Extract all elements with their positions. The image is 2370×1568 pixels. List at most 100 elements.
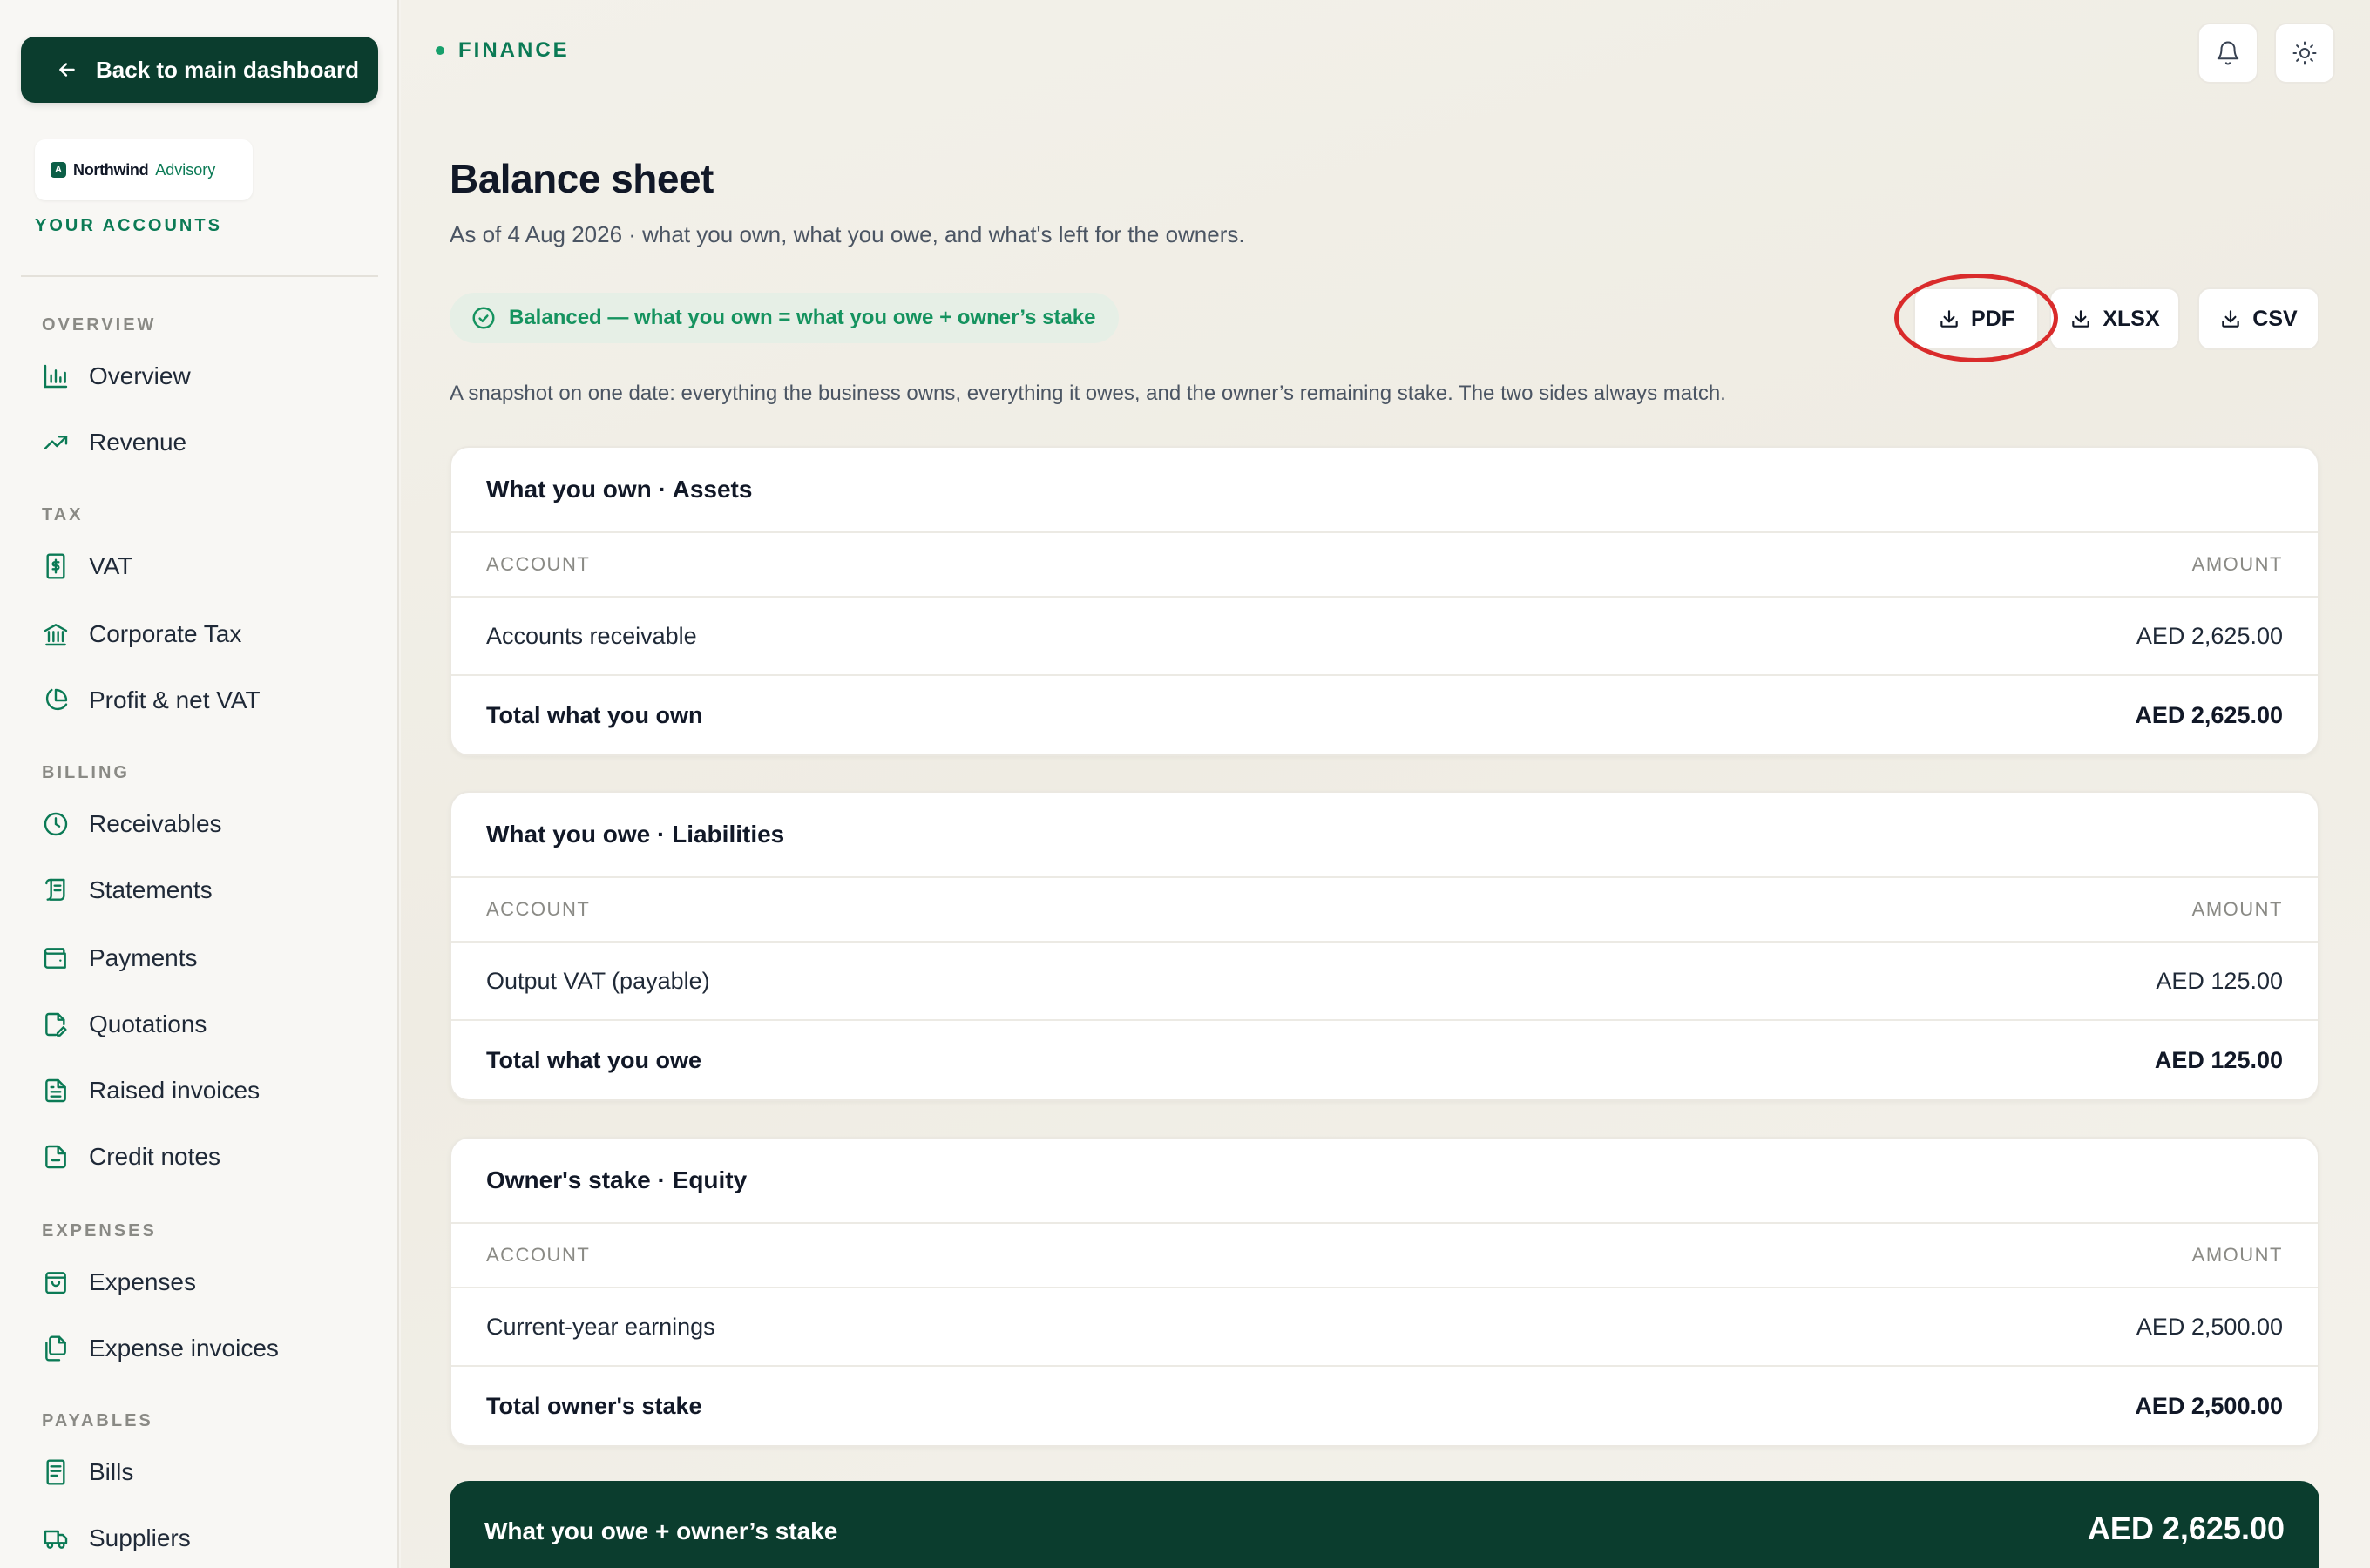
table-header: ACCOUNT AMOUNT <box>451 533 2318 598</box>
sidebar-item-label: Corporate Tax <box>89 620 242 647</box>
sidebar-item-quotations[interactable]: Quotations <box>42 1000 373 1049</box>
logo-sub: Advisory <box>155 160 216 179</box>
account-amount: AED 2,500.00 <box>2136 1313 2283 1340</box>
receipt-dollar-icon <box>42 552 70 580</box>
total-row: Total what you own AED 2,625.00 <box>451 676 2318 754</box>
total-label: Total owner's stake <box>486 1392 702 1419</box>
bell-icon <box>2215 40 2241 66</box>
column-account: ACCOUNT <box>486 898 591 920</box>
sidebar-item-expense-invoices[interactable]: Expense invoices <box>42 1324 373 1373</box>
card-title: Owner's stake · Equity <box>451 1139 2318 1224</box>
notifications-button[interactable] <box>2197 23 2258 84</box>
status-dot <box>436 46 444 55</box>
bank-icon <box>42 620 70 648</box>
sidebar-item-corporate-tax[interactable]: Corporate Tax <box>42 610 373 659</box>
sidebar-item-bills[interactable]: Bills <box>42 1448 373 1497</box>
back-to-dashboard-button[interactable]: Back to main dashboard <box>21 37 378 103</box>
section-overview: OVERVIEW <box>42 315 157 335</box>
column-amount: AMOUNT <box>2191 898 2283 920</box>
check-circle-icon <box>471 305 497 331</box>
shopping-bag-icon <box>42 1268 70 1296</box>
sidebar-item-credit-notes[interactable]: Credit notes <box>42 1132 373 1181</box>
account-amount: AED 125.00 <box>2156 967 2283 994</box>
sidebar-item-label: Payments <box>89 944 198 971</box>
sidebar-item-expenses[interactable]: Expenses <box>42 1258 373 1307</box>
sidebar-item-label: Revenue <box>89 429 187 456</box>
sidebar-item-vat[interactable]: VAT <box>42 542 373 591</box>
page-subtitle: As of 4 Aug 2026 · what you own, what yo… <box>450 221 1245 247</box>
total-amount: AED 2,500.00 <box>2135 1392 2283 1419</box>
intro-text: A snapshot on one date: everything the b… <box>450 382 1726 405</box>
export-xlsx-label: XLSX <box>2103 306 2160 331</box>
summary-value: AED 2,625.00 <box>2087 1511 2285 1546</box>
breadcrumb: FINANCE <box>436 38 570 63</box>
export-csv-label: CSV <box>2252 306 2298 331</box>
table-row[interactable]: Accounts receivable AED 2,625.00 <box>451 598 2318 676</box>
your-accounts-label: YOUR ACCOUNTS <box>35 216 222 235</box>
section-payables: PAYABLES <box>42 1411 153 1430</box>
pie-chart-icon <box>42 686 70 714</box>
sidebar-item-label: Profit & net VAT <box>89 686 261 713</box>
sidebar-item-label: Expenses <box>89 1268 196 1295</box>
file-text-icon <box>42 1077 70 1105</box>
column-account: ACCOUNT <box>486 1244 591 1266</box>
sidebar-item-overview[interactable]: Overview <box>42 352 373 401</box>
account-name: Accounts receivable <box>486 622 697 649</box>
download-icon <box>2219 308 2242 330</box>
total-amount: AED 2,625.00 <box>2135 701 2283 728</box>
file-pen-icon <box>42 1010 70 1038</box>
company-logo[interactable]: A Northwind Advisory <box>35 139 253 200</box>
sidebar-item-label: Overview <box>89 362 191 389</box>
theme-toggle-button[interactable] <box>2274 23 2335 84</box>
card-title: What you own · Assets <box>451 448 2318 533</box>
breadcrumb-label: FINANCE <box>458 38 570 62</box>
truck-icon <box>42 1524 70 1552</box>
sidebar-item-label: Statements <box>89 876 213 903</box>
sidebar-item-payments[interactable]: Payments <box>42 934 373 983</box>
table-row[interactable]: Current-year earnings AED 2,500.00 <box>451 1288 2318 1367</box>
download-icon <box>2069 308 2092 330</box>
liabilities-card: What you owe · Liabilities ACCOUNT AMOUN… <box>450 791 2319 1101</box>
balanced-label: Balanced — what you own = what you owe +… <box>509 306 1096 329</box>
export-pdf-label: PDF <box>1971 306 2014 331</box>
balanced-status-badge: Balanced — what you own = what you owe +… <box>450 293 1119 343</box>
table-header: ACCOUNT AMOUNT <box>451 1224 2318 1288</box>
back-label: Back to main dashboard <box>96 56 359 83</box>
sidebar-item-label: Raised invoices <box>89 1077 261 1104</box>
sidebar-item-raised-invoices[interactable]: Raised invoices <box>42 1066 373 1115</box>
sidebar: Back to main dashboard A Northwind Advis… <box>0 0 399 1568</box>
download-icon <box>1938 308 1960 330</box>
account-name: Output VAT (payable) <box>486 967 710 994</box>
logo-mark: A <box>51 162 66 178</box>
equity-card: Owner's stake · Equity ACCOUNT AMOUNT Cu… <box>450 1137 2319 1447</box>
sidebar-item-suppliers[interactable]: Suppliers <box>42 1514 373 1563</box>
export-pdf-button[interactable]: PDF <box>1913 287 2039 350</box>
sidebar-item-profit-net-vat[interactable]: Profit & net VAT <box>42 676 373 725</box>
page-title: Balance sheet <box>450 156 714 201</box>
column-amount: AMOUNT <box>2191 553 2283 575</box>
export-xlsx-button[interactable]: XLSX <box>2049 287 2180 350</box>
sun-icon <box>2292 40 2318 66</box>
account-amount: AED 2,625.00 <box>2136 622 2283 649</box>
receipt-icon <box>42 1458 70 1486</box>
total-amount: AED 125.00 <box>2154 1046 2283 1073</box>
total-label: Total what you owe <box>486 1046 702 1073</box>
account-name: Current-year earnings <box>486 1313 715 1340</box>
scroll-icon <box>42 876 70 904</box>
sidebar-divider <box>21 275 378 277</box>
column-amount: AMOUNT <box>2191 1244 2283 1266</box>
files-icon <box>42 1335 70 1362</box>
arrow-left-icon <box>56 58 78 81</box>
logo-name: Northwind <box>73 160 149 179</box>
table-row[interactable]: Output VAT (payable) AED 125.00 <box>451 943 2318 1021</box>
sidebar-item-revenue[interactable]: Revenue <box>42 418 373 467</box>
sidebar-item-label: VAT <box>89 552 133 579</box>
column-account: ACCOUNT <box>486 553 591 575</box>
total-row: Total what you owe AED 125.00 <box>451 1021 2318 1099</box>
sidebar-item-statements[interactable]: Statements <box>42 866 373 915</box>
summary-bar: What you owe + owner’s stake AED 2,625.0… <box>450 1481 2319 1568</box>
assets-card: What you own · Assets ACCOUNT AMOUNT Acc… <box>450 446 2319 756</box>
main-content: FINANCE Balance sheet As of 4 Aug 2026 ·… <box>401 0 2370 1568</box>
sidebar-item-receivables[interactable]: Receivables <box>42 800 373 848</box>
export-csv-button[interactable]: CSV <box>2197 287 2319 350</box>
